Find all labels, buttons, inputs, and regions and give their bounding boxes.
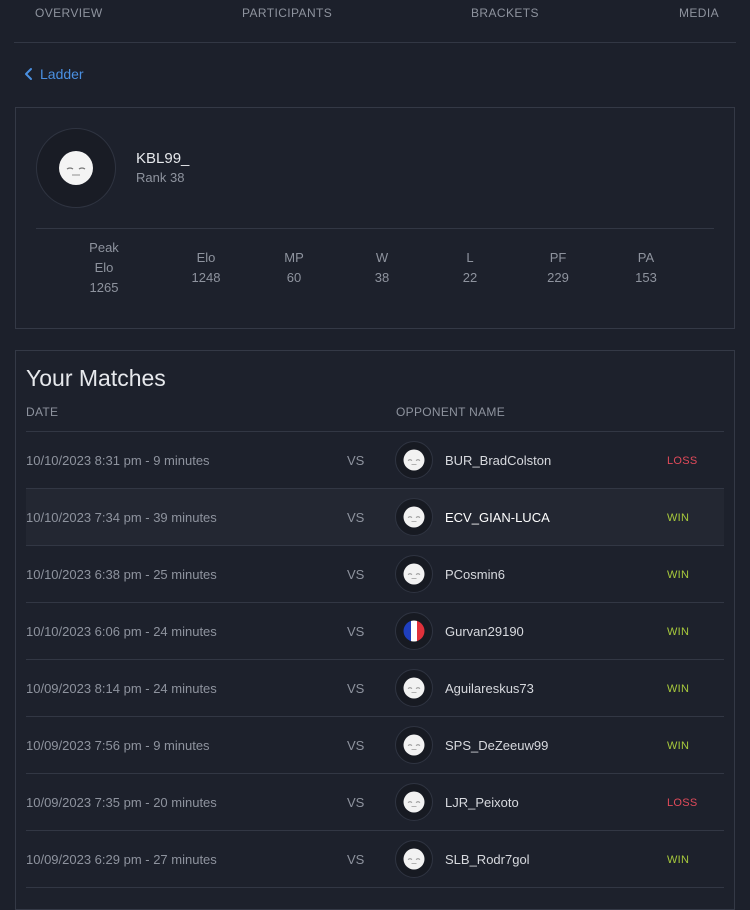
top-navigation: OVERVIEW PARTICIPANTS BRACKETS MEDIA	[0, 0, 750, 43]
opponent-name[interactable]: ECV_GIAN-LUCA	[445, 510, 550, 525]
stat-losses: L 22	[430, 248, 510, 288]
opponent-avatar[interactable]	[395, 840, 433, 878]
vs-label: VS	[347, 510, 365, 525]
french-flag-icon	[403, 620, 425, 642]
opponent-avatar[interactable]	[395, 669, 433, 707]
stat-label: L	[466, 250, 474, 265]
match-result-badge: LOSS	[667, 797, 698, 809]
match-result-badge: WIN	[667, 569, 690, 581]
match-result-badge: WIN	[667, 683, 690, 695]
back-to-ladder-link[interactable]: Ladder	[22, 66, 84, 82]
stat-value: 22	[462, 270, 478, 285]
opponent-name[interactable]: Gurvan29190	[445, 624, 524, 639]
stat-mp: MP 60	[254, 248, 334, 288]
back-link-label: Ladder	[40, 66, 84, 82]
opponent-name[interactable]: BUR_BradColston	[445, 453, 551, 468]
stat-points-for: PF 229	[518, 248, 598, 288]
tab-media[interactable]: MEDIA	[679, 6, 719, 20]
column-header-opponent: OPPONENT NAME	[396, 405, 506, 419]
match-result-badge: LOSS	[667, 455, 698, 467]
tab-participants[interactable]: PARTICIPANTS	[242, 6, 332, 20]
vs-label: VS	[347, 852, 365, 867]
matches-title: Your Matches	[26, 365, 166, 391]
match-date: 10/09/2023 7:56 pm - 9 minutes	[26, 738, 210, 753]
match-date: 10/09/2023 6:29 pm - 27 minutes	[26, 852, 217, 867]
match-date: 10/10/2023 6:38 pm - 25 minutes	[26, 567, 217, 582]
tab-brackets[interactable]: BRACKETS	[471, 6, 539, 20]
stat-value: 1248	[191, 270, 221, 285]
table-row[interactable]: 10/10/2023 6:06 pm - 24 minutes VS Gurvan2…	[26, 603, 724, 660]
match-date: 10/10/2023 6:06 pm - 24 minutes	[26, 624, 217, 639]
stat-wins: W 38	[342, 248, 422, 288]
table-row[interactable]: 10/10/2023 6:38 pm - 25 minutes VS PCosmin…	[26, 546, 724, 603]
stat-value: 153	[635, 270, 657, 285]
player-rank: Rank 38	[136, 170, 185, 185]
face-avatar-icon	[59, 151, 93, 185]
stat-points-against: PA 153	[606, 248, 686, 288]
face-avatar-icon	[403, 848, 425, 870]
stat-label: PF	[549, 250, 567, 265]
opponent-name[interactable]: PCosmin6	[445, 567, 505, 582]
stat-peak-elo: Peak Elo 1265	[64, 238, 144, 298]
opponent-avatar[interactable]	[395, 441, 433, 479]
opponent-name[interactable]: LJR_Peixoto	[445, 795, 519, 810]
stat-label: MP	[284, 250, 304, 265]
vs-label: VS	[347, 624, 365, 639]
stat-value: 229	[547, 270, 569, 285]
opponent-avatar[interactable]	[395, 555, 433, 593]
match-result-badge: WIN	[667, 512, 690, 524]
face-avatar-icon	[403, 791, 425, 813]
stat-value: 38	[374, 270, 390, 285]
match-date: 10/10/2023 8:31 pm - 9 minutes	[26, 453, 210, 468]
opponent-avatar[interactable]	[395, 783, 433, 821]
opponent-name[interactable]: Aguilareskus73	[445, 681, 534, 696]
face-avatar-icon	[403, 563, 425, 585]
opponent-avatar[interactable]	[395, 726, 433, 764]
nav-divider	[14, 42, 736, 43]
match-result-badge: WIN	[667, 854, 690, 866]
vs-label: VS	[347, 795, 365, 810]
vs-label: VS	[347, 453, 365, 468]
table-row[interactable]: 10/10/2023 7:34 pm - 39 minutes VS ECV_GIA…	[26, 489, 724, 546]
table-row[interactable]: 10/09/2023 6:29 pm - 27 minutes VS SLB_Rod…	[26, 831, 724, 888]
face-avatar-icon	[403, 734, 425, 756]
stat-label: Elo	[196, 250, 216, 265]
stat-label: Peak	[89, 240, 119, 255]
profile-divider	[36, 228, 714, 229]
match-date: 10/09/2023 7:35 pm - 20 minutes	[26, 795, 217, 810]
table-row[interactable]: 10/09/2023 7:56 pm - 9 minutes VS SPS_DeZe…	[26, 717, 724, 774]
vs-label: VS	[347, 567, 365, 582]
match-date: 10/09/2023 8:14 pm - 24 minutes	[26, 681, 217, 696]
face-avatar-icon	[403, 449, 425, 471]
face-avatar-icon	[403, 677, 425, 699]
tab-overview[interactable]: OVERVIEW	[35, 6, 103, 20]
stat-label: W	[375, 250, 389, 265]
player-name: KBL99_	[136, 150, 190, 167]
match-date: 10/10/2023 7:34 pm - 39 minutes	[26, 510, 217, 525]
stat-label: PA	[637, 250, 655, 265]
vs-label: VS	[347, 681, 365, 696]
vs-label: VS	[347, 738, 365, 753]
match-result-badge: WIN	[667, 626, 690, 638]
chevron-left-icon	[25, 68, 32, 80]
table-row[interactable]: 10/10/2023 8:31 pm - 9 minutes VS BUR_Brad…	[26, 432, 724, 489]
opponent-avatar[interactable]	[395, 498, 433, 536]
column-header-date: DATE	[26, 405, 59, 419]
table-row[interactable]: 10/09/2023 7:35 pm - 20 minutes VS LJR_Pei…	[26, 774, 724, 831]
opponent-avatar[interactable]	[395, 612, 433, 650]
table-row[interactable]: 10/09/2023 8:14 pm - 24 minutes VS Aguilar…	[26, 660, 724, 717]
opponent-name[interactable]: SLB_Rodr7gol	[445, 852, 530, 867]
player-profile-card: KBL99_ Rank 38 Peak Elo 1265 Elo 1248 MP…	[15, 107, 735, 329]
stat-value: 60	[286, 270, 302, 285]
face-avatar-icon	[403, 506, 425, 528]
match-result-badge: WIN	[667, 740, 690, 752]
stat-label: Elo	[94, 260, 114, 275]
stat-elo: Elo 1248	[166, 248, 246, 288]
opponent-name[interactable]: SPS_DeZeeuw99	[445, 738, 548, 753]
stat-value: 1265	[89, 280, 119, 295]
avatar	[36, 128, 116, 208]
matches-panel: Your Matches DATE OPPONENT NAME 10/10/20…	[15, 350, 735, 910]
